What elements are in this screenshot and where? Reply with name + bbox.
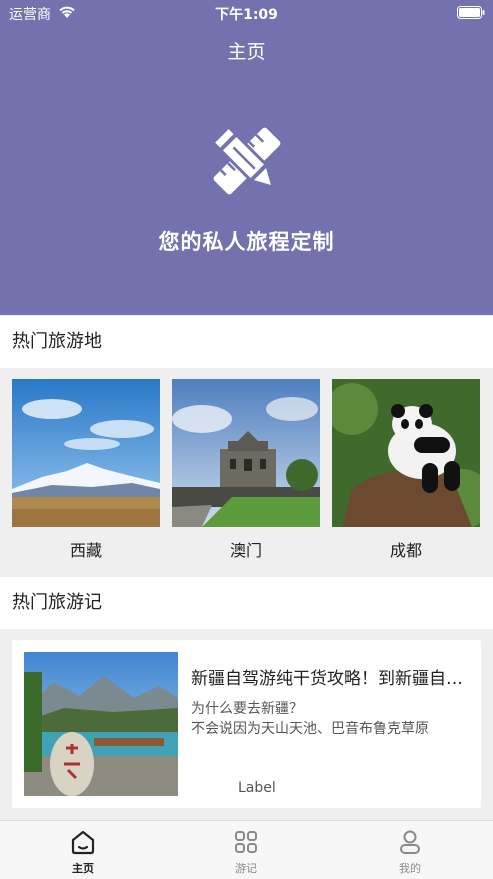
battery-icon (457, 6, 485, 19)
note-title: 新疆自驾游纯干货攻略！到新疆自驾游必看 (191, 669, 471, 689)
pencil-ruler-icon (210, 124, 281, 195)
note-desc-line: 为什么要去新疆？ (191, 701, 303, 717)
note-card[interactable]: 新疆自驾游纯干货攻略！到新疆自驾游必看 为什么要去新疆？ 不会说因为天山天池、巴… (12, 640, 481, 808)
person-icon (400, 830, 420, 854)
panda-photo (332, 379, 480, 527)
snow-mountain-photo (12, 379, 160, 527)
grid-icon (235, 831, 257, 853)
tab-mine[interactable]: 我的 (355, 829, 465, 876)
tab-notes[interactable]: 游记 (191, 829, 301, 876)
tab-home[interactable]: 主页 (28, 829, 138, 876)
note-description: 为什么要去新疆？ 不会说因为天山天池、巴音布鲁克草原 (191, 699, 471, 739)
destination-list: 西藏 澳门 成都 (0, 368, 493, 576)
notes-list: 新疆自驾游纯干货攻略！到新疆自驾游必看 为什么要去新疆？ 不会说因为天山天池、巴… (0, 629, 493, 820)
tianchi-lake-photo (24, 652, 178, 796)
slogan: 您的私人旅程定制 (158, 230, 335, 254)
tab-label: 主页 (72, 862, 94, 875)
tab-bar: 主页 游记 我的 (0, 820, 493, 879)
destination-card-macau[interactable]: 澳门 (172, 379, 320, 561)
destination-name: 西藏 (69, 541, 102, 560)
home-icon (71, 830, 95, 855)
tab-label: 游记 (235, 862, 257, 875)
note-label: Label (238, 780, 276, 796)
ruins-of-st-paul-photo (172, 379, 320, 527)
destination-card-tibet[interactable]: 西藏 (12, 379, 160, 561)
page-title: 主页 (227, 41, 266, 63)
hot-destinations-heading: 热门旅游地 (0, 316, 493, 368)
tab-label: 我的 (399, 862, 421, 875)
header-banner: 运营商 下午1:09 主页 您的私人旅程定制 (0, 0, 493, 315)
note-desc-line: 不会说因为天山天池、巴音布鲁克草原 (191, 721, 429, 737)
destination-name: 成都 (389, 541, 422, 560)
destination-card-chengdu[interactable]: 成都 (332, 379, 480, 561)
destination-name: 澳门 (229, 541, 262, 560)
status-bar: 运营商 下午1:09 (0, 0, 493, 26)
status-time: 下午1:09 (215, 7, 278, 23)
hot-notes-heading: 热门旅游记 (0, 577, 493, 629)
